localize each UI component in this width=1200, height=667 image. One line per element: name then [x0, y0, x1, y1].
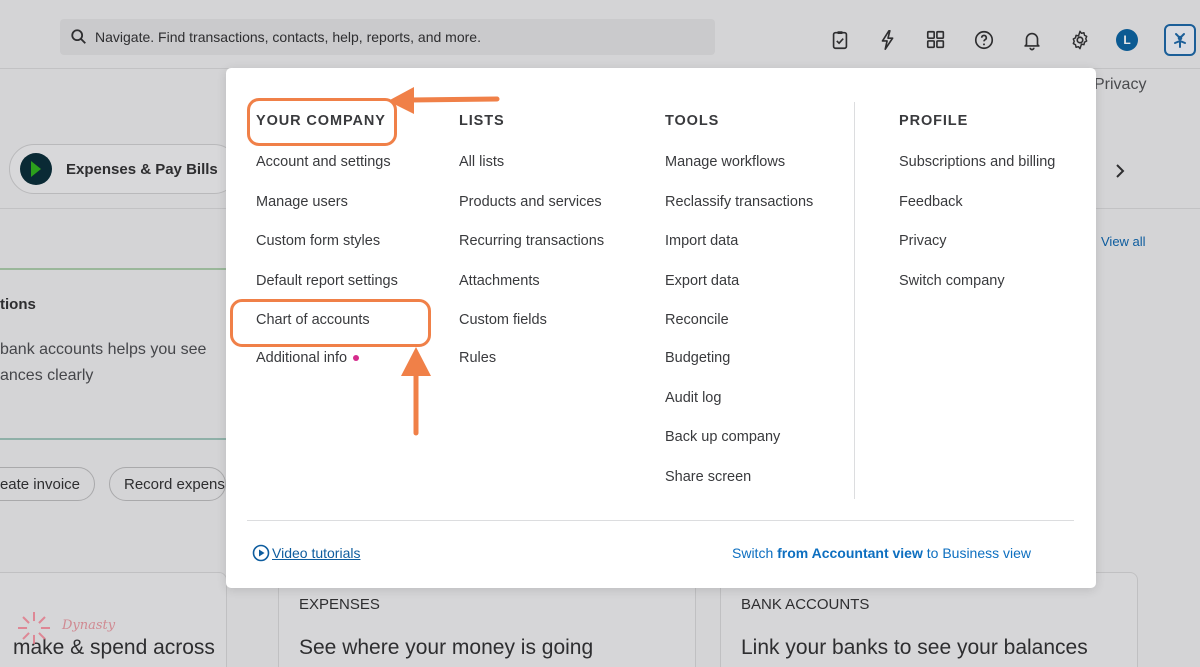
menu-item-export-data[interactable]: Export data — [665, 273, 739, 289]
expenses-card-headline: See where your money is going — [299, 636, 594, 659]
menu-item-back-up-company[interactable]: Back up company — [665, 429, 780, 445]
menu-item-attachments[interactable]: Attachments — [459, 273, 540, 289]
search-bar[interactable]: Navigate. Find transactions, contacts, h… — [60, 19, 715, 55]
view-all-link[interactable]: View all — [1101, 234, 1146, 249]
switch-view-link[interactable]: Switch from Accountant view to Business … — [732, 545, 1031, 561]
tools-heading: TOOLS — [665, 113, 720, 129]
menu-item-rules[interactable]: Rules — [459, 350, 496, 366]
privacy-link-bg[interactable]: Privacy — [1094, 76, 1146, 94]
lists-heading: LISTS — [459, 113, 505, 129]
card-desc-line1: bank accounts helps you see — [0, 341, 207, 358]
bank-card-caption: BANK ACCOUNTS — [741, 596, 870, 613]
column-divider — [854, 102, 855, 499]
lightning-icon[interactable] — [876, 28, 900, 52]
menu-item-reconcile[interactable]: Reconcile — [665, 312, 729, 328]
menu-item-all-lists[interactable]: All lists — [459, 154, 504, 170]
menu-item-budgeting[interactable]: Budgeting — [665, 350, 730, 366]
menu-item-audit-log[interactable]: Audit log — [665, 390, 721, 406]
menu-item-default-report-settings[interactable]: Default report settings — [256, 273, 398, 289]
expenses-pay-bills-pill[interactable]: Expenses & Pay Bills — [9, 144, 239, 194]
menu-item-reclassify-transactions[interactable]: Reclassify transactions — [665, 194, 813, 210]
video-tutorials-label: Video tutorials — [272, 545, 361, 561]
menu-item-custom-form-styles[interactable]: Custom form styles — [256, 233, 380, 249]
assistant-button[interactable] — [1164, 24, 1196, 56]
search-placeholder: Navigate. Find transactions, contacts, h… — [95, 29, 481, 45]
menu-item-privacy[interactable]: Privacy — [899, 233, 947, 249]
menu-item-share-screen[interactable]: Share screen — [665, 469, 751, 485]
expenses-pill-label: Expenses & Pay Bills — [66, 160, 218, 178]
menu-item-import-data[interactable]: Import data — [665, 233, 738, 249]
menu-item-recurring-transactions[interactable]: Recurring transactions — [459, 233, 604, 249]
menu-item-products-services[interactable]: Products and services — [459, 194, 602, 210]
assistant-icon — [1174, 33, 1186, 48]
clipboard-icon[interactable] — [828, 28, 852, 52]
menu-item-account-settings[interactable]: Account and settings — [256, 154, 391, 170]
menu-item-switch-company[interactable]: Switch company — [899, 273, 1005, 289]
menu-item-manage-users[interactable]: Manage users — [256, 194, 348, 210]
highlight-chart-of-accounts — [230, 299, 431, 347]
card-desc-line2: ances clearly — [0, 367, 94, 384]
bank-connections-card: tions bank accounts helps you see ances … — [0, 268, 226, 440]
carousel-next-button[interactable] — [1098, 149, 1142, 193]
bank-card-headline: Link your banks to see your balances — [741, 636, 1088, 659]
footer-divider — [247, 520, 1074, 521]
highlight-your-company — [247, 98, 397, 146]
top-bar: Navigate. Find transactions, contacts, h… — [0, 0, 1200, 69]
menu-item-manage-workflows[interactable]: Manage workflows — [665, 154, 785, 170]
new-indicator-dot — [353, 355, 360, 362]
menu-item-feedback[interactable]: Feedback — [899, 194, 963, 210]
chevron-right-icon — [1116, 164, 1125, 178]
record-expense-button[interactable]: Record expense — [109, 467, 226, 501]
expenses-logo-icon — [20, 153, 52, 185]
search-icon — [71, 29, 86, 44]
bell-icon[interactable] — [1020, 28, 1044, 52]
top-icons: L — [828, 24, 1196, 56]
apps-icon[interactable] — [924, 28, 948, 52]
user-avatar[interactable]: L — [1116, 29, 1138, 51]
watermark-text: Dynasty — [62, 618, 116, 633]
create-invoice-button[interactable]: eate invoice — [0, 467, 95, 501]
switch-suffix: to Business view — [922, 545, 1032, 561]
additional-info-label: Additional info — [256, 350, 348, 366]
expenses-card-caption: EXPENSES — [299, 596, 380, 613]
switch-from: from Accountant view — [777, 545, 923, 561]
menu-item-subscriptions-billing[interactable]: Subscriptions and billing — [899, 154, 1055, 170]
switch-prefix: Switch — [732, 545, 778, 561]
menu-item-custom-fields[interactable]: Custom fields — [459, 312, 547, 328]
play-circle-icon — [252, 544, 270, 562]
card-title: tions — [0, 296, 36, 313]
profile-heading: PROFILE — [899, 113, 969, 129]
menu-item-additional-info[interactable]: Additional info — [256, 350, 360, 366]
gear-icon[interactable] — [1068, 28, 1092, 52]
help-icon[interactable] — [972, 28, 996, 52]
video-tutorials-link[interactable]: Video tutorials — [252, 544, 360, 562]
